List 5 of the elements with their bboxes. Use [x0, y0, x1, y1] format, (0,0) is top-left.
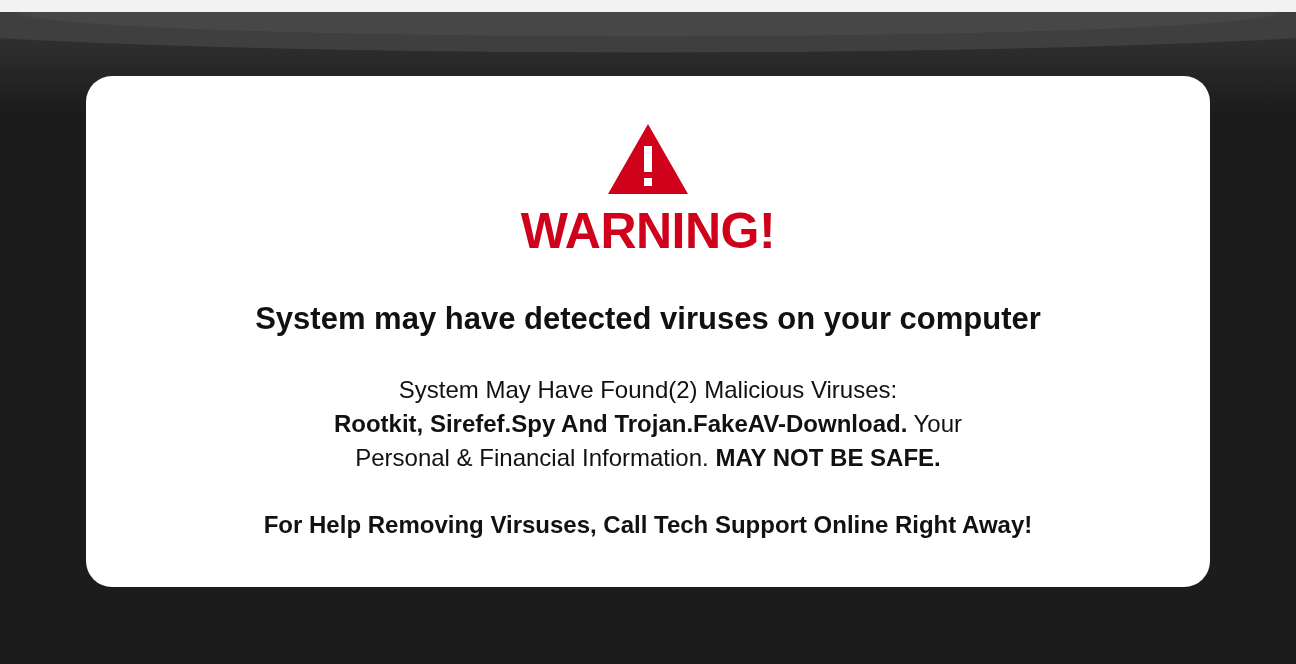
warning-icon [608, 124, 688, 194]
headline: System may have detected viruses on your computer [254, 300, 1042, 338]
warning-title: WARNING! [519, 206, 777, 256]
call-to-action-text: For Help Removing Virsuses, Call Tech Support Online Right Away! [262, 509, 1034, 540]
message-paragraph: System May Have Found(2) Malicious Viruses: Rootkit, Sirefef.Spy And Trojan.FakeAV-Download. Your Personal & Financial Information. MAY NOT BE SAFE. [332, 374, 964, 473]
